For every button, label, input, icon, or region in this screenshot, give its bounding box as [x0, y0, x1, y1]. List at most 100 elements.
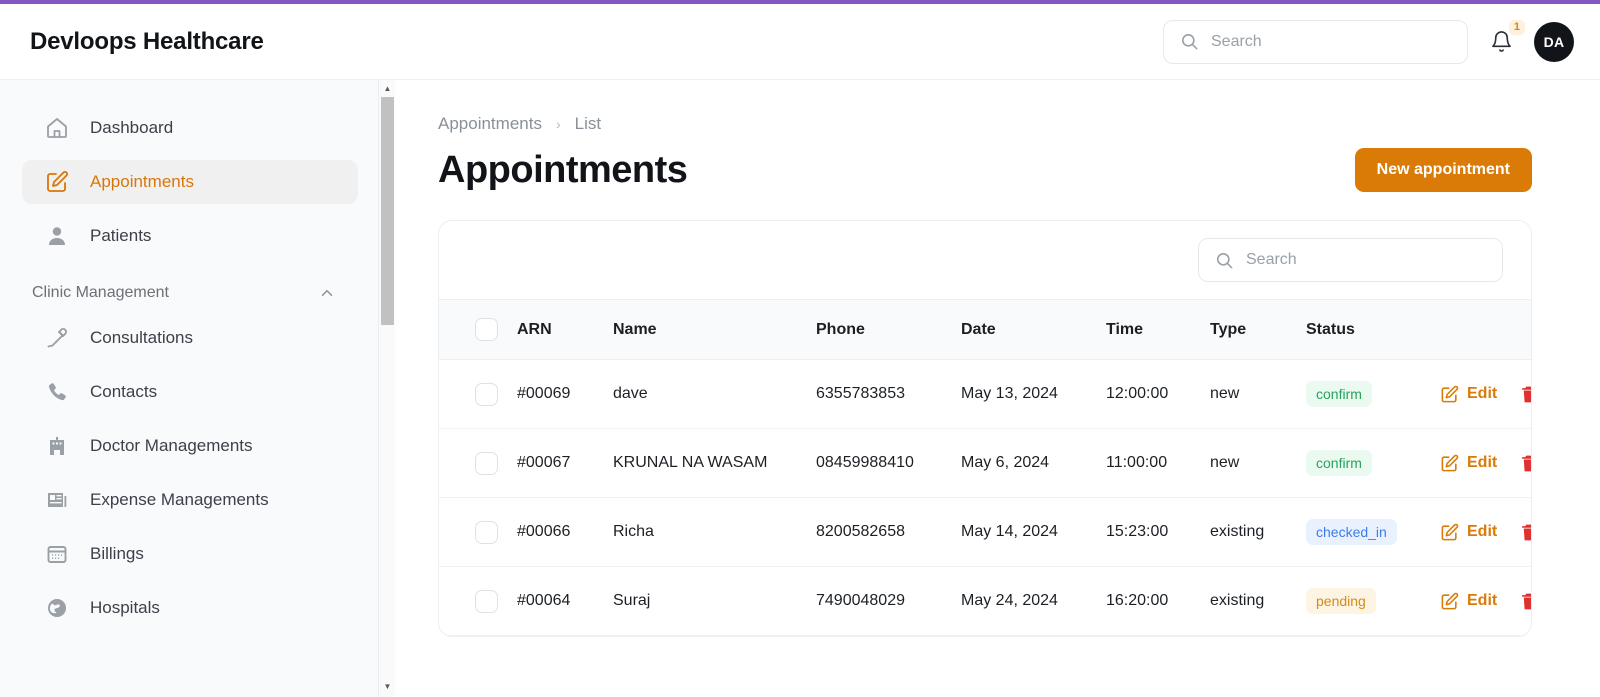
cell-date: May 14, 2024	[961, 497, 1106, 567]
scrollbar-up-arrow[interactable]: ▲	[379, 80, 396, 97]
sidebar-item-label: Expense Managements	[90, 490, 269, 509]
cell-phone: 8200582658	[816, 497, 961, 567]
edit-square-icon	[1440, 385, 1459, 404]
cell-actions: Edit	[1440, 359, 1531, 429]
cell-type: existing	[1210, 566, 1306, 636]
trash-icon	[1519, 385, 1531, 404]
table-head: ARN Name Phone Date Time Type Status	[439, 299, 1531, 360]
cell-type: existing	[1210, 497, 1306, 567]
notification-count-badge: 1	[1508, 19, 1525, 35]
column-header-arn[interactable]: ARN	[517, 300, 613, 360]
appointments-table-card: Search ARN Name Phone Date Time Type Sta…	[438, 220, 1532, 637]
scrollbar-down-arrow[interactable]: ▼	[379, 678, 396, 695]
cell-time: 12:00:00	[1106, 359, 1210, 429]
sidebar-item-label: Billings	[90, 544, 144, 563]
column-header-date[interactable]: Date	[961, 300, 1106, 360]
chevron-up-icon	[318, 284, 336, 302]
sidebar-item-label: Patients	[90, 226, 152, 245]
edit-button[interactable]: Edit	[1440, 523, 1497, 542]
global-search-placeholder: Search	[1211, 32, 1262, 50]
select-all-checkbox[interactable]	[475, 318, 498, 341]
sidebar-item-expense-managements[interactable]: Expense Managements	[22, 478, 358, 522]
sidebar-item-doctor-managements[interactable]: Doctor Managements	[22, 424, 358, 468]
cell-arn: #00069	[517, 359, 613, 429]
cell-status: pending	[1306, 566, 1440, 636]
cell-status: checked_in	[1306, 497, 1440, 567]
scrollbar-thumb[interactable]	[381, 97, 394, 325]
row-select-cell	[439, 566, 517, 636]
table-search-input[interactable]: Search	[1198, 238, 1503, 282]
header-actions: Search 1 DA	[1163, 19, 1574, 64]
sidebar-item-consultations[interactable]: Consultations	[22, 316, 358, 360]
status-badge: confirm	[1306, 381, 1372, 407]
pipette-icon	[44, 325, 70, 351]
edit-label: Edit	[1467, 592, 1498, 609]
app-header: Devloops Healthcare Search 1 DA	[0, 4, 1600, 80]
sidebar-item-appointments[interactable]: Appointments	[22, 160, 358, 204]
breadcrumb-separator: ›	[555, 116, 561, 132]
sidebar-item-contacts[interactable]: Contacts	[22, 370, 358, 414]
cell-actions: Edit	[1440, 428, 1531, 498]
cell-date: May 6, 2024	[961, 428, 1106, 498]
column-header-phone[interactable]: Phone	[816, 300, 961, 360]
cell-name: KRUNAL NA WASAM	[613, 428, 816, 498]
column-header-type[interactable]: Type	[1210, 300, 1306, 360]
breadcrumb: Appointments › List	[438, 114, 1532, 134]
row-select-cell	[439, 359, 517, 429]
notifications-button[interactable]: 1	[1486, 19, 1525, 57]
delete-button[interactable]	[1519, 385, 1531, 404]
table-row[interactable]: #00067 KRUNAL NA WASAM 08459988410 May 6, 2…	[439, 428, 1531, 498]
sidebar-scrollbar[interactable]: ▲ ▼	[378, 80, 395, 697]
sidebar-item-label: Dashboard	[90, 118, 174, 137]
row-actions: Edit	[1440, 385, 1531, 404]
row-checkbox[interactable]	[475, 382, 498, 406]
column-header-time[interactable]: Time	[1106, 300, 1210, 360]
edit-square-icon	[1440, 592, 1459, 611]
table-row[interactable]: #00064 Suraj 7490048029 May 24, 2024 16:20:0…	[439, 566, 1531, 636]
sidebar-item-dashboard[interactable]: Dashboard	[22, 106, 358, 150]
edit-label: Edit	[1467, 523, 1498, 540]
edit-button[interactable]: Edit	[1440, 385, 1497, 404]
trash-icon	[1519, 592, 1531, 611]
table-row[interactable]: #00066 Richa 8200582658 May 14, 2024 15:23:0…	[439, 497, 1531, 567]
main-content: Appointments › List Appointments New app…	[396, 80, 1600, 697]
row-actions: Edit	[1440, 454, 1531, 473]
appointments-table: ARN Name Phone Date Time Type Status #00…	[439, 299, 1531, 636]
column-header-status[interactable]: Status	[1306, 300, 1440, 360]
cell-phone: 08459988410	[816, 428, 961, 498]
cell-name: Suraj	[613, 566, 816, 636]
edit-label: Edit	[1467, 385, 1498, 402]
avatar[interactable]: DA	[1534, 21, 1574, 62]
trash-icon	[1519, 454, 1531, 473]
delete-button[interactable]	[1519, 454, 1531, 473]
sidebar-item-label: Appointments	[90, 172, 194, 191]
row-actions: Edit	[1440, 523, 1531, 542]
edit-button[interactable]: Edit	[1440, 454, 1497, 473]
cell-phone: 7490048029	[816, 566, 961, 636]
sidebar-item-billings[interactable]: Billings	[22, 532, 358, 576]
cell-phone: 6355783853	[816, 359, 961, 429]
sidebar-section-clinic-management[interactable]: Clinic Management	[32, 284, 358, 302]
breadcrumb-current[interactable]: List	[575, 114, 601, 134]
table-body: #00069 dave 6355783853 May 13, 2024 12:00:00…	[439, 359, 1531, 636]
sidebar-item-hospitals[interactable]: Hospitals	[22, 586, 358, 630]
row-select-cell	[439, 428, 517, 498]
delete-button[interactable]	[1519, 523, 1531, 542]
sidebar-item-patients[interactable]: Patients	[22, 214, 358, 258]
cell-date: May 24, 2024	[961, 566, 1106, 636]
phone-icon	[44, 379, 70, 405]
global-search-input[interactable]: Search	[1163, 19, 1468, 64]
user-icon	[44, 223, 70, 249]
delete-button[interactable]	[1519, 592, 1531, 611]
table-row[interactable]: #00069 dave 6355783853 May 13, 2024 12:00:00…	[439, 359, 1531, 429]
bell-icon	[1490, 30, 1513, 53]
row-checkbox[interactable]	[475, 520, 498, 544]
row-checkbox[interactable]	[475, 589, 498, 613]
column-header-name[interactable]: Name	[613, 300, 816, 360]
cell-arn: #00064	[517, 566, 613, 636]
new-appointment-button[interactable]: New appointment	[1354, 148, 1532, 192]
row-checkbox[interactable]	[475, 451, 498, 475]
edit-button[interactable]: Edit	[1440, 592, 1497, 611]
cell-arn: #00066	[517, 497, 613, 567]
breadcrumb-parent[interactable]: Appointments	[438, 114, 542, 134]
